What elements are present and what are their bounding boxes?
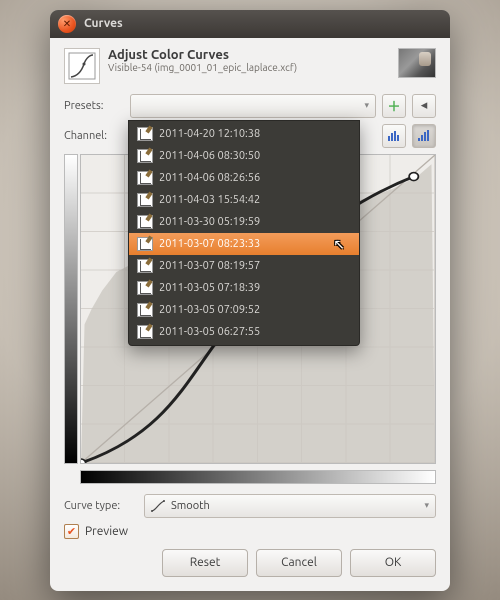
preset-edit-icon: [137, 127, 153, 141]
preset-menu-button[interactable]: ◂: [412, 94, 436, 118]
header-text: Adjust Color Curves Visible-54 (img_0001…: [108, 48, 390, 73]
close-icon: ✕: [63, 19, 71, 29]
preset-item-label: 2011-04-06 08:30:50: [159, 150, 260, 162]
presets-dropdown[interactable]: 2011-04-20 12:10:38 2011-04-06 08:30:50 20…: [128, 120, 360, 346]
preset-item[interactable]: 2011-03-30 05:19:59: [129, 211, 359, 233]
preset-item[interactable]: 2011-03-07 08:23:33 ↖: [129, 233, 359, 255]
preset-item[interactable]: 2011-04-20 12:10:38: [129, 123, 359, 145]
chevron-down-icon: ▾: [424, 500, 429, 511]
dialog-heading: Adjust Color Curves: [108, 48, 390, 62]
menu-arrow-icon: ◂: [421, 98, 428, 113]
histogram-linear-icon: [387, 130, 401, 142]
preset-item-label: 2011-04-20 12:10:38: [159, 128, 260, 140]
preset-item[interactable]: 2011-03-05 07:09:52: [129, 299, 359, 321]
reset-button[interactable]: Reset: [162, 549, 248, 577]
histogram-log-button[interactable]: [412, 124, 436, 148]
output-gradient: [64, 154, 78, 464]
plus-icon: ＋: [387, 96, 400, 115]
preset-item-label: 2011-04-06 08:26:56: [159, 172, 260, 184]
preset-item[interactable]: 2011-04-06 08:30:50: [129, 145, 359, 167]
channel-label: Channel:: [64, 130, 124, 142]
preset-edit-icon: [137, 325, 153, 339]
preset-item-label: 2011-03-05 07:18:39: [159, 282, 260, 294]
curve-type-combo[interactable]: Smooth ▾: [144, 494, 436, 518]
smooth-curve-icon: [151, 500, 165, 512]
window-title: Curves: [84, 17, 123, 30]
presets-combo[interactable]: ▾: [130, 94, 376, 118]
preview-checkbox[interactable]: ✔: [64, 524, 79, 539]
chevron-down-icon: ▾: [364, 100, 369, 111]
dialog-subtitle: Visible-54 (img_0001_01_epic_laplace.xcf…: [108, 62, 390, 73]
preset-edit-icon: [137, 149, 153, 163]
input-gradient: [80, 470, 436, 484]
preset-item-label: 2011-03-07 08:19:57: [159, 260, 260, 272]
preset-item[interactable]: 2011-04-03 15:54:42: [129, 189, 359, 211]
curve-type-value: Smooth: [171, 500, 210, 512]
histogram-log-icon: [417, 130, 431, 142]
preset-edit-icon: [137, 237, 153, 251]
button-row: Reset Cancel OK: [64, 549, 436, 577]
cancel-button[interactable]: Cancel: [256, 549, 342, 577]
preset-edit-icon: [137, 259, 153, 273]
preset-item-label: 2011-04-03 15:54:42: [159, 194, 260, 206]
preset-item-label: 2011-03-07 08:23:33: [159, 238, 260, 250]
dialog-content: Adjust Color Curves Visible-54 (img_0001…: [50, 38, 450, 591]
curve-type-label: Curve type:: [64, 500, 138, 512]
ok-button[interactable]: OK: [350, 549, 436, 577]
curves-dialog: ✕ Curves Adjust Color Curves Visible-54 …: [50, 10, 450, 591]
cursor-icon: ↖: [333, 236, 345, 253]
preset-edit-icon: [137, 193, 153, 207]
presets-label: Presets:: [64, 100, 124, 112]
preview-label: Preview: [85, 525, 128, 538]
histogram-linear-button[interactable]: [382, 124, 406, 148]
preset-item[interactable]: 2011-03-07 08:19:57: [129, 255, 359, 277]
close-button[interactable]: ✕: [58, 15, 76, 33]
preset-edit-icon: [137, 215, 153, 229]
preset-edit-icon: [137, 303, 153, 317]
preset-item[interactable]: 2011-04-06 08:26:56: [129, 167, 359, 189]
preset-item-label: 2011-03-05 07:09:52: [159, 304, 260, 316]
preset-item-label: 2011-03-05 06:27:55: [159, 326, 260, 338]
image-thumbnail: [398, 48, 436, 78]
preset-item[interactable]: 2011-03-05 07:18:39: [129, 277, 359, 299]
presets-row: Presets: ▾ ＋ ◂: [64, 94, 436, 118]
preset-edit-icon: [137, 171, 153, 185]
titlebar[interactable]: ✕ Curves: [50, 10, 450, 38]
header-row: Adjust Color Curves Visible-54 (img_0001…: [64, 48, 436, 84]
preset-item[interactable]: 2011-03-05 06:27:55: [129, 321, 359, 343]
curve-type-row: Curve type: Smooth ▾: [64, 494, 436, 518]
preview-row: ✔ Preview: [64, 524, 436, 539]
preset-edit-icon: [137, 281, 153, 295]
curves-tool-icon: [64, 48, 100, 84]
add-preset-button[interactable]: ＋: [382, 94, 406, 118]
preset-item-label: 2011-03-30 05:19:59: [159, 216, 260, 228]
